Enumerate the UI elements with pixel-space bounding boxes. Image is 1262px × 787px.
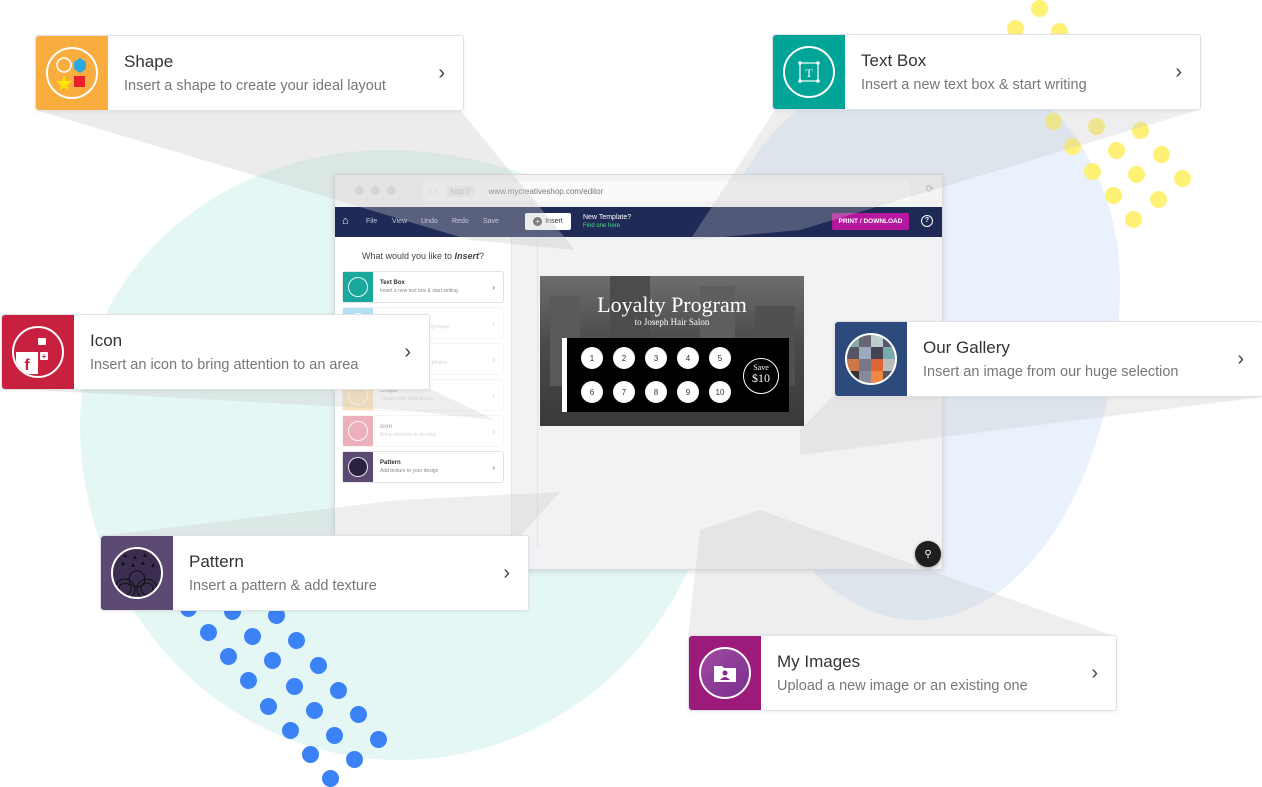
new-template-link[interactable]: New Template? Find one here xyxy=(583,213,631,231)
stamp-circle: 7 xyxy=(613,381,635,403)
insert-label: Insert xyxy=(545,218,563,225)
save-badge: Save $10 xyxy=(743,358,779,394)
editor-menubar: ⌂ File View Undo Redo Save + Insert New … xyxy=(335,207,942,237)
my-images-swatch xyxy=(689,636,761,710)
chevron-right-icon: › xyxy=(1175,60,1182,83)
callout-desc: Insert an icon to bring attention to an … xyxy=(90,357,359,373)
find-one-link[interactable]: Find one here xyxy=(583,222,631,231)
callout-title: My Images xyxy=(777,652,861,671)
callout-title: Shape xyxy=(124,52,174,71)
stamp-circle: 5 xyxy=(709,347,731,369)
callout-title: Our Gallery xyxy=(923,338,1010,357)
pattern-swatch xyxy=(101,536,173,610)
chevron-right-icon: › xyxy=(404,340,411,363)
callout-title: Pattern xyxy=(189,552,244,571)
stamp-circle: 6 xyxy=(581,381,603,403)
help-icon[interactable]: ? xyxy=(921,215,933,227)
stamp-circle: 9 xyxy=(677,381,699,403)
callout-title: Text Box xyxy=(861,51,927,70)
text-box-icon: T xyxy=(783,46,835,98)
callout-shape[interactable]: Shape Insert a shape to create your idea… xyxy=(35,35,464,111)
refresh-icon[interactable]: ⟳ xyxy=(926,184,934,195)
chevron-right-icon: › xyxy=(492,318,495,328)
callout-desc: Insert an image from our huge selection xyxy=(923,364,1179,380)
card-subtitle: to Joseph Hair Salon xyxy=(634,317,710,327)
chevron-right-icon: › xyxy=(492,462,495,472)
panel-item-icon[interactable]: Icon Bring attention to an area › xyxy=(342,415,504,447)
social-icons-icon: f + xyxy=(12,326,64,378)
menu-view[interactable]: View xyxy=(392,218,407,225)
shape-swatch xyxy=(36,36,108,110)
chevron-right-icon: › xyxy=(503,561,510,584)
window-controls xyxy=(355,186,396,195)
chevron-right-icon: › xyxy=(492,354,495,364)
stamp-circle: 3 xyxy=(645,347,667,369)
menu-redo[interactable]: Redo xyxy=(452,218,469,225)
insert-question: What would you like to Insert? xyxy=(361,251,485,261)
new-template-label: New Template? xyxy=(583,214,632,221)
svg-text:+: + xyxy=(42,352,47,361)
panel-item-text-box[interactable]: Text Box Insert a new text box & start wr… xyxy=(342,271,504,303)
svg-text:T: T xyxy=(805,66,813,80)
loyalty-card-design[interactable]: Loyalty Program to Joseph Hair Salon 1 2… xyxy=(540,276,804,426)
text-box-swatch: T xyxy=(773,35,845,109)
shape-icon xyxy=(46,47,98,99)
back-forward-icons[interactable]: ‹ › xyxy=(429,187,437,196)
callout-pattern[interactable]: Pattern Insert a pattern & add texture › xyxy=(100,535,529,611)
address-bar[interactable]: ‹ › http:// www.mycreativeshop.com/edito… xyxy=(423,181,910,201)
canvas-guide-line xyxy=(537,237,538,547)
url-protocol: http:// xyxy=(446,185,475,197)
zoom-icon[interactable]: ⚲ xyxy=(915,541,941,567)
chevron-right-icon: › xyxy=(492,282,495,292)
stamp-area: 1 2 3 4 5 6 7 8 9 10 Save $10 xyxy=(562,338,789,412)
menu-save[interactable]: Save xyxy=(483,218,499,225)
plus-icon: + xyxy=(533,217,543,226)
text-box-icon xyxy=(343,272,373,302)
insert-panel: What would you like to Insert? Text Box I… xyxy=(335,237,512,569)
gallery-swatch xyxy=(835,322,907,396)
chevron-right-icon: › xyxy=(1237,347,1244,370)
callout-title: Icon xyxy=(90,331,123,350)
pattern-icon xyxy=(343,452,373,482)
gallery-icon xyxy=(845,333,897,385)
folder-user-icon xyxy=(699,647,751,699)
callout-text-box[interactable]: T Text Box Insert a new text box & start… xyxy=(772,34,1201,110)
menu-undo[interactable]: Undo xyxy=(421,218,438,225)
callout-my-images[interactable]: My Images Upload a new image or an exist… xyxy=(688,635,1117,711)
icon-category-icon xyxy=(343,416,373,446)
chevron-right-icon: › xyxy=(438,61,445,84)
chevron-right-icon: › xyxy=(492,426,495,436)
stamp-circle: 4 xyxy=(677,347,699,369)
callout-desc: Insert a new text box & start writing xyxy=(861,77,1087,93)
stamp-circle: 8 xyxy=(645,381,667,403)
home-icon[interactable]: ⌂ xyxy=(342,215,349,227)
chevron-right-icon: › xyxy=(492,390,495,400)
stamp-circle: 10 xyxy=(709,381,731,403)
insert-button[interactable]: + Insert xyxy=(525,213,571,230)
callout-desc: Insert a shape to create your ideal layo… xyxy=(124,78,386,94)
pattern-icon xyxy=(111,547,163,599)
callout-desc: Upload a new image or an existing one xyxy=(777,678,1028,694)
menu-file[interactable]: File xyxy=(366,218,377,225)
stamp-circle: 1 xyxy=(581,347,603,369)
print-download-button[interactable]: PRINT / DOWNLOAD xyxy=(832,213,909,230)
chevron-right-icon: › xyxy=(1091,661,1098,684)
icon-swatch: f + xyxy=(2,315,74,389)
panel-item-pattern[interactable]: Pattern Add texture to your design › xyxy=(342,451,504,483)
callout-desc: Insert a pattern & add texture xyxy=(189,578,377,594)
url-text: www.mycreativeshop.com/editor xyxy=(488,186,604,196)
callout-our-gallery[interactable]: Our Gallery Insert an image from our hug… xyxy=(834,321,1262,397)
callout-icon[interactable]: f + Icon Insert an icon to bring attenti… xyxy=(1,314,430,390)
card-title: Loyalty Program xyxy=(597,292,747,317)
stamp-circle: 2 xyxy=(613,347,635,369)
svg-text:f: f xyxy=(24,357,30,374)
browser-toolbar: ‹ › http:// www.mycreativeshop.com/edito… xyxy=(335,175,942,207)
